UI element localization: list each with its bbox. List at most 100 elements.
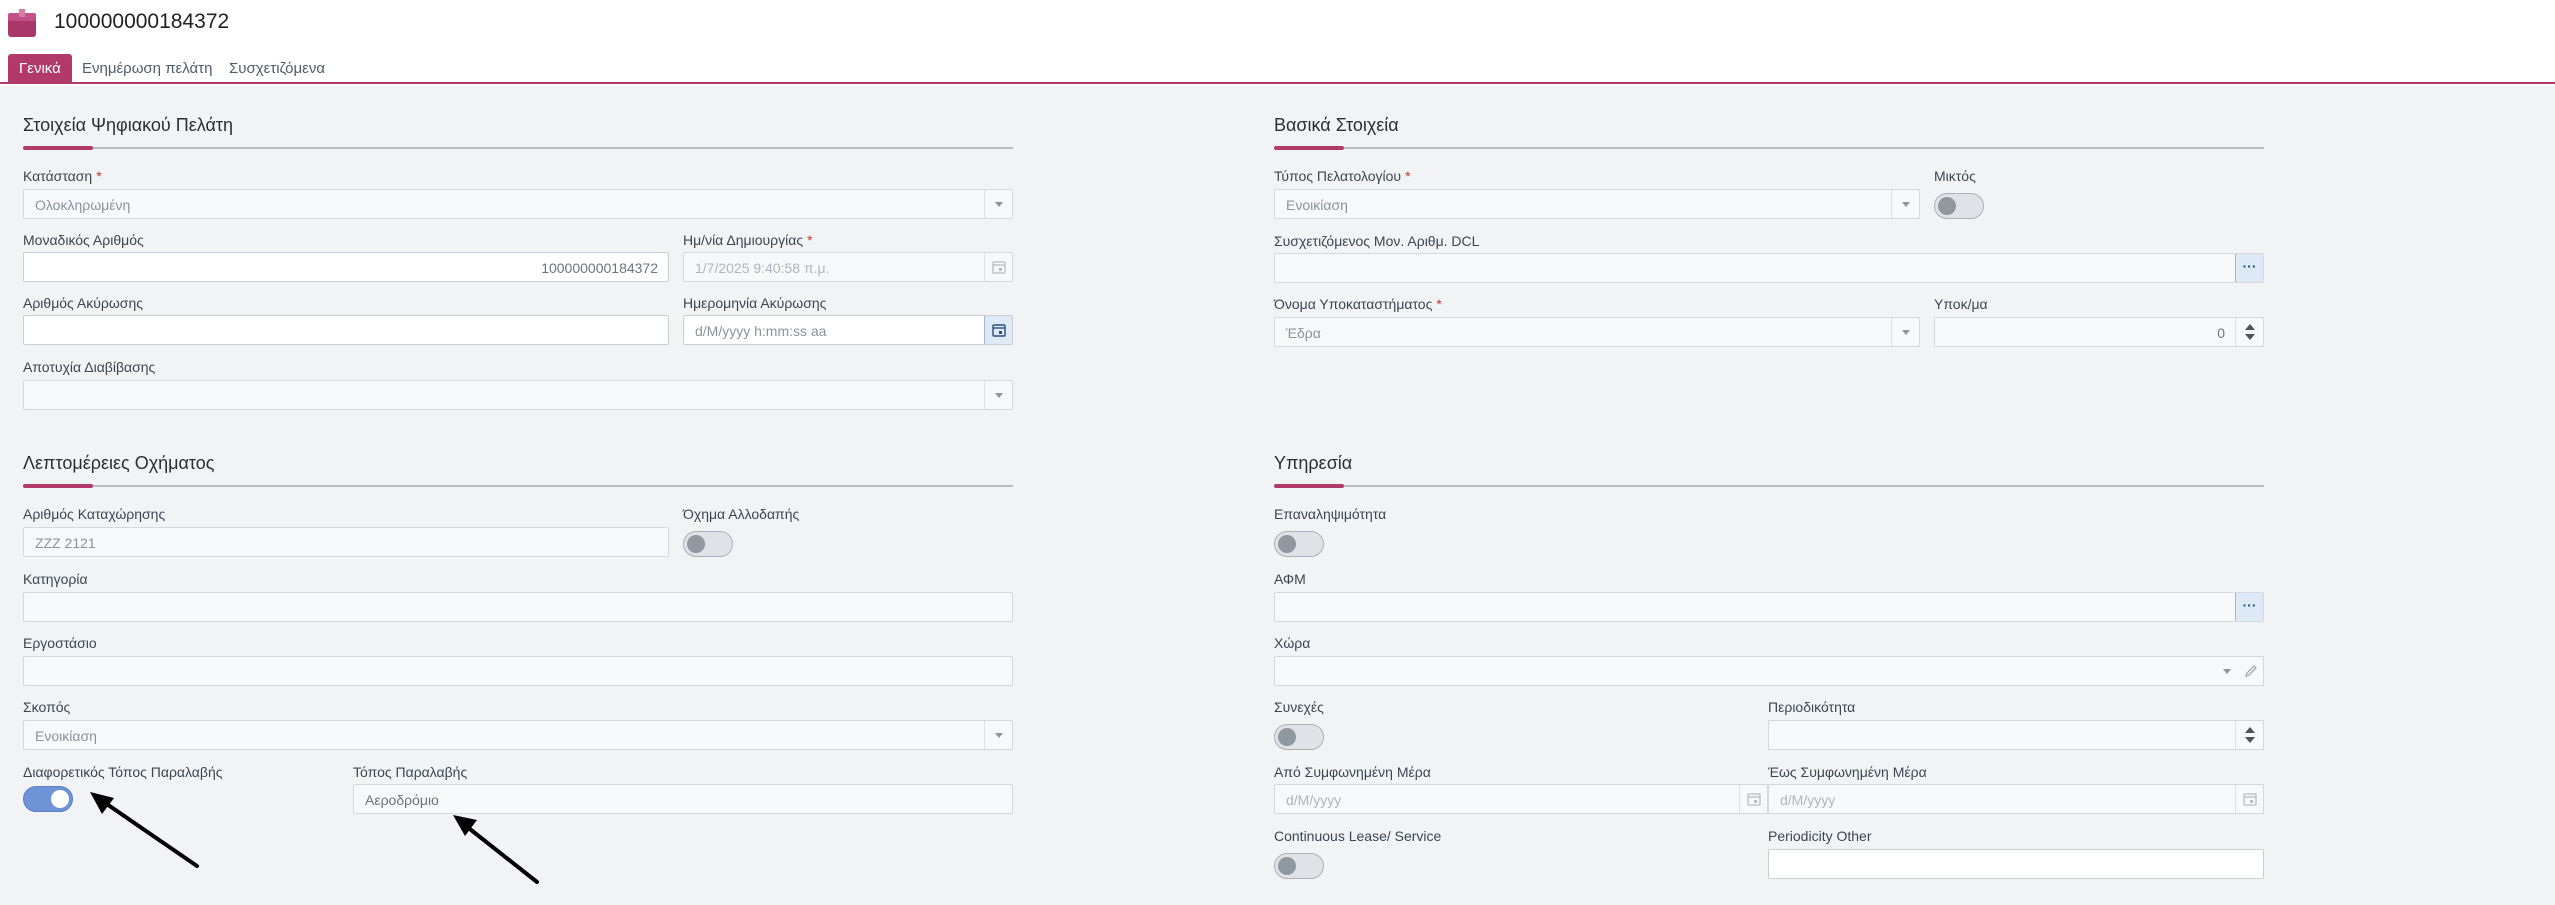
status-value: Ολοκληρωμένη	[35, 197, 131, 213]
transmission-failure-label: Αποτυχία Διαβίβασης	[23, 359, 156, 375]
chevron-down-icon[interactable]	[984, 190, 1012, 218]
mixed-toggle[interactable]	[1934, 193, 1984, 219]
chevron-down-icon[interactable]	[2217, 657, 2237, 685]
section-divider	[23, 485, 1013, 487]
chevron-down-icon[interactable]	[1891, 190, 1919, 218]
foreign-vehicle-label: Όχημα Αλλοδαπής	[683, 506, 800, 522]
creation-date-label: Ημ/νία Δημιουργίας *	[683, 232, 813, 248]
form-content: Στοιχεία Ψηφιακού Πελάτη Κατάσταση * Ολοκ…	[0, 86, 2555, 905]
periodicity-other-label: Periodicity Other	[1768, 828, 1872, 844]
toggle-knob	[1278, 857, 1296, 875]
stepper-arrows-icon[interactable]	[2235, 721, 2263, 749]
to-day-placeholder: d/M/yyyy	[1780, 792, 1836, 808]
country-label: Χώρα	[1274, 635, 1311, 651]
from-day-label: Από Συμφωνημένη Μέρα	[1274, 764, 1431, 780]
creation-date-field[interactable]: 1/7/2025 9:40:58 π.μ.	[683, 252, 1013, 282]
pickup-place-value: Αεροδρόμιο	[365, 792, 439, 808]
section-accent	[23, 146, 93, 150]
section-divider	[1274, 147, 2264, 149]
foreign-vehicle-toggle[interactable]	[683, 531, 733, 557]
recurrence-label: Επαναληψιμότητα	[1274, 506, 1387, 522]
chevron-down-icon[interactable]	[1891, 318, 1919, 346]
app-record-icon	[8, 9, 36, 37]
annotation-arrow-icon	[90, 792, 199, 868]
calendar-icon[interactable]	[2235, 785, 2263, 813]
cancel-number-field[interactable]	[23, 315, 669, 345]
header-bar: 100000000184372	[0, 0, 2555, 50]
toggle-knob	[1278, 728, 1296, 746]
dcl-lookup-field[interactable]: ···	[1274, 253, 2264, 283]
tab-customer-update[interactable]: Ενημέρωση πελάτη	[71, 54, 223, 84]
factory-field[interactable]	[23, 656, 1013, 686]
sub-branch-label: Υποκ/μα	[1934, 296, 1988, 312]
toggle-knob	[51, 790, 69, 808]
to-day-field[interactable]: d/M/yyyy	[1768, 784, 2264, 814]
tab-related[interactable]: Συσχετιζόμενα	[218, 54, 336, 84]
chevron-down-icon[interactable]	[984, 721, 1012, 749]
unique-number-value: 100000000184372	[541, 260, 658, 276]
toggle-knob	[1278, 535, 1296, 553]
continuous-label: Συνεχές	[1274, 699, 1324, 715]
plate-value: ZZZ 2121	[35, 535, 96, 551]
recurrence-toggle[interactable]	[1274, 531, 1324, 557]
factory-label: Εργοστάσιο	[23, 635, 97, 651]
branch-select[interactable]: Έδρα	[1274, 317, 1920, 347]
diff-pickup-toggle[interactable]	[23, 786, 73, 812]
creation-date-value: 1/7/2025 9:40:58 π.μ.	[695, 260, 830, 276]
tab-bar: Γενικά Ενημέρωση πελάτη Συσχετιζόμενα	[0, 52, 2555, 84]
pencil-icon[interactable]	[2241, 662, 2261, 680]
to-day-label: Έως Συμφωνημένη Μέρα	[1768, 764, 1927, 780]
purpose-value: Ενοικίαση	[35, 728, 97, 744]
sub-branch-value: 0	[2217, 325, 2225, 341]
periodicity-label: Περιοδικότητα	[1768, 699, 1856, 715]
from-day-placeholder: d/M/yyyy	[1286, 792, 1342, 808]
tab-general[interactable]: Γενικά	[8, 54, 72, 84]
transmission-failure-select[interactable]	[23, 380, 1013, 410]
lookup-dots-icon[interactable]: ···	[2235, 254, 2263, 282]
calendar-icon[interactable]	[984, 253, 1012, 281]
dcl-label: Συσχετιζόμενος Μον. Αριθμ. DCL	[1274, 233, 1480, 249]
annotation-arrow-icon	[453, 815, 539, 884]
branch-value: Έδρα	[1286, 325, 1321, 341]
section-accent	[23, 484, 93, 488]
status-label: Κατάσταση *	[23, 168, 102, 184]
lookup-dots-icon[interactable]: ···	[2235, 593, 2263, 621]
country-select[interactable]	[1274, 656, 2264, 686]
unique-number-field[interactable]: 100000000184372	[23, 252, 669, 282]
cancel-date-placeholder: d/M/yyyy h:mm:ss aa	[695, 323, 827, 339]
calendar-icon[interactable]	[1739, 785, 1767, 813]
unique-number-label: Μοναδικός Αριθμός	[23, 232, 144, 248]
afm-lookup-field[interactable]: ···	[1274, 592, 2264, 622]
diff-pickup-label: Διαφορετικός Τόπος Παραλαβής	[23, 764, 223, 780]
cancel-number-label: Αριθμός Ακύρωσης	[23, 295, 143, 311]
plate-field[interactable]: ZZZ 2121	[23, 527, 669, 557]
purpose-select[interactable]: Ενοικίαση	[23, 720, 1013, 750]
stepper-arrows-icon[interactable]	[2235, 318, 2263, 346]
pickup-place-label: Τόπος Παραλαβής	[353, 764, 468, 780]
cancel-date-field[interactable]: d/M/yyyy h:mm:ss aa	[683, 315, 1013, 345]
calendar-icon[interactable]	[984, 316, 1012, 344]
plate-label: Αριθμός Καταχώρησης	[23, 506, 166, 522]
section-title-service: Υπηρεσία	[1274, 453, 1353, 473]
branch-label: Όνομα Υποκαταστήματος *	[1274, 296, 1442, 312]
register-type-select[interactable]: Ενοικίαση	[1274, 189, 1920, 219]
sub-branch-stepper[interactable]: 0	[1934, 317, 2264, 347]
toggle-knob	[687, 535, 705, 553]
periodicity-other-field[interactable]	[1768, 849, 2264, 879]
section-title-vehicle: Λεπτομέρειες Οχήματος	[23, 453, 215, 473]
from-day-field[interactable]: d/M/yyyy	[1274, 784, 1768, 814]
category-field[interactable]	[23, 592, 1013, 622]
chevron-down-icon[interactable]	[984, 381, 1012, 409]
continuous-lease-toggle[interactable]	[1274, 853, 1324, 879]
section-divider	[1274, 485, 2264, 487]
section-divider	[23, 147, 1013, 149]
continuous-toggle[interactable]	[1274, 724, 1324, 750]
periodicity-stepper[interactable]	[1768, 720, 2264, 750]
section-accent	[1274, 484, 1344, 488]
section-title-digital-customer: Στοιχεία Ψηφιακού Πελάτη	[23, 115, 234, 135]
record-title: 100000000184372	[54, 10, 230, 33]
status-select[interactable]: Ολοκληρωμένη	[23, 189, 1013, 219]
category-label: Κατηγορία	[23, 571, 88, 587]
section-accent	[1274, 146, 1344, 150]
register-type-label: Τύπος Πελατολογίου *	[1274, 168, 1411, 184]
